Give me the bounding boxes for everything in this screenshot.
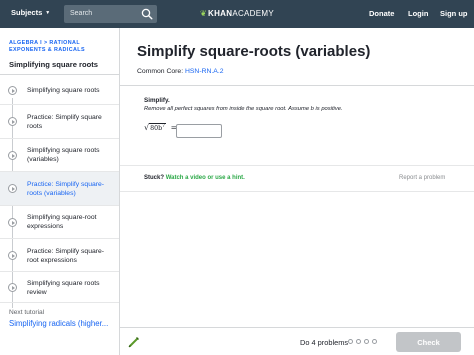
- sidebar-item-label: Simplifying square roots (variables): [27, 147, 100, 163]
- progress-text: Do 4 problems: [300, 338, 349, 347]
- divider: [120, 191, 474, 192]
- donate-link[interactable]: Donate: [369, 9, 394, 18]
- tutorial-sidebar: Algebra I > Rational exponents & radical…: [0, 28, 120, 355]
- subjects-menu-button[interactable]: Subjects ▼: [11, 8, 50, 17]
- chevron-down-icon: ▼: [45, 9, 51, 16]
- article-icon: [8, 283, 17, 292]
- answer-input[interactable]: [176, 124, 222, 138]
- sidebar-item-article-simplifying-square-roots-review[interactable]: Simplifying square roots review: [0, 272, 119, 303]
- hint-link[interactable]: Watch a video or use a hint.: [166, 175, 245, 181]
- next-tutorial-link[interactable]: Simplifying radicals (higher...: [9, 319, 117, 328]
- scratchpad-pencil-icon[interactable]: [127, 335, 141, 349]
- exercise-footer: Do 4 problems Check: [120, 327, 474, 355]
- check-button[interactable]: Check: [396, 332, 461, 352]
- sidebar-item-label: Simplifying square roots: [27, 87, 100, 94]
- breadcrumb[interactable]: Algebra I > Rational exponents & radical…: [9, 40, 117, 54]
- login-link[interactable]: Login: [408, 9, 428, 18]
- report-problem-link[interactable]: Report a problem: [399, 175, 445, 181]
- sidebar-item-label: Simplifying square roots review: [27, 280, 100, 296]
- leaf-icon: ❦: [200, 9, 208, 18]
- search-placeholder: Search: [70, 10, 93, 17]
- progress-dot: [364, 339, 369, 344]
- play-icon: [8, 86, 17, 95]
- stuck-label: Stuck?: [144, 175, 165, 181]
- sidebar-item-video-simplifying-square-root-expressions[interactable]: Simplifying square-root expressions: [0, 206, 119, 239]
- sidebar-item-label: Practice: Simplify square-roots (variabl…: [27, 181, 105, 197]
- sidebar-item-label: Practice: Simplify square-root expressio…: [27, 248, 105, 264]
- next-tutorial-label: Next tutorial: [9, 309, 45, 316]
- search-box[interactable]: Search: [64, 5, 157, 23]
- practice-icon: [8, 251, 17, 260]
- practice-icon: [8, 184, 17, 193]
- sidebar-item-practice-simplify-square-roots[interactable]: Practice: Simplify square roots: [0, 105, 119, 139]
- sidebar-item-video-simplifying-square-roots-variables[interactable]: Simplifying square roots (variables): [0, 139, 119, 172]
- progress-dot: [348, 339, 353, 344]
- search-icon[interactable]: [141, 8, 153, 20]
- common-core-link[interactable]: HSN-RN.A.2: [185, 68, 224, 75]
- progress-dot: [356, 339, 361, 344]
- sidebar-item-label: Practice: Simplify square roots: [27, 114, 102, 130]
- divider: [120, 85, 474, 86]
- sidebar-item-practice-simplify-square-root-expressions[interactable]: Practice: Simplify square-root expressio…: [0, 239, 119, 272]
- radicand-base: 80b: [150, 125, 163, 133]
- common-core-label: Common Core:: [137, 68, 185, 75]
- sidebar-item-practice-simplify-square-roots-variables[interactable]: Practice: Simplify square-roots (variabl…: [0, 172, 119, 206]
- question-heading: Simplify.: [144, 97, 170, 104]
- page-title: Simplify square-roots (variables): [137, 43, 371, 60]
- hint-area: Stuck? Watch a video or use a hint.: [144, 175, 245, 181]
- progress-dot: [372, 339, 377, 344]
- play-icon: [8, 218, 17, 227]
- logo-suffix: ACADEMY: [232, 9, 274, 18]
- question-instructions: Remove all perfect squares from inside t…: [144, 106, 343, 112]
- sidebar-tutorial-title[interactable]: Simplifying square roots: [9, 60, 98, 69]
- common-core-standard: Common Core: HSN-RN.A.2: [137, 68, 224, 75]
- progress-dots: [348, 339, 377, 344]
- play-icon: [8, 151, 17, 160]
- practice-icon: [8, 117, 17, 126]
- radicand-exponent: 7: [162, 124, 166, 129]
- signup-link[interactable]: Sign up: [440, 9, 468, 18]
- logo-prefix: KHAN: [208, 9, 233, 18]
- khan-academy-logo[interactable]: ❦KHANACADEMY: [200, 9, 274, 18]
- radicand: 80b7: [149, 123, 167, 133]
- divider: [120, 165, 474, 166]
- subjects-label: Subjects: [11, 8, 43, 17]
- sidebar-item-label: Simplifying square-root expressions: [27, 214, 97, 230]
- math-expression: √80b7 =: [144, 123, 177, 132]
- top-nav-bar: Subjects ▼ Search ❦KHANACADEMY Donate Lo…: [0, 0, 474, 28]
- sidebar-item-video-simplifying-square-roots[interactable]: Simplifying square roots: [0, 75, 119, 105]
